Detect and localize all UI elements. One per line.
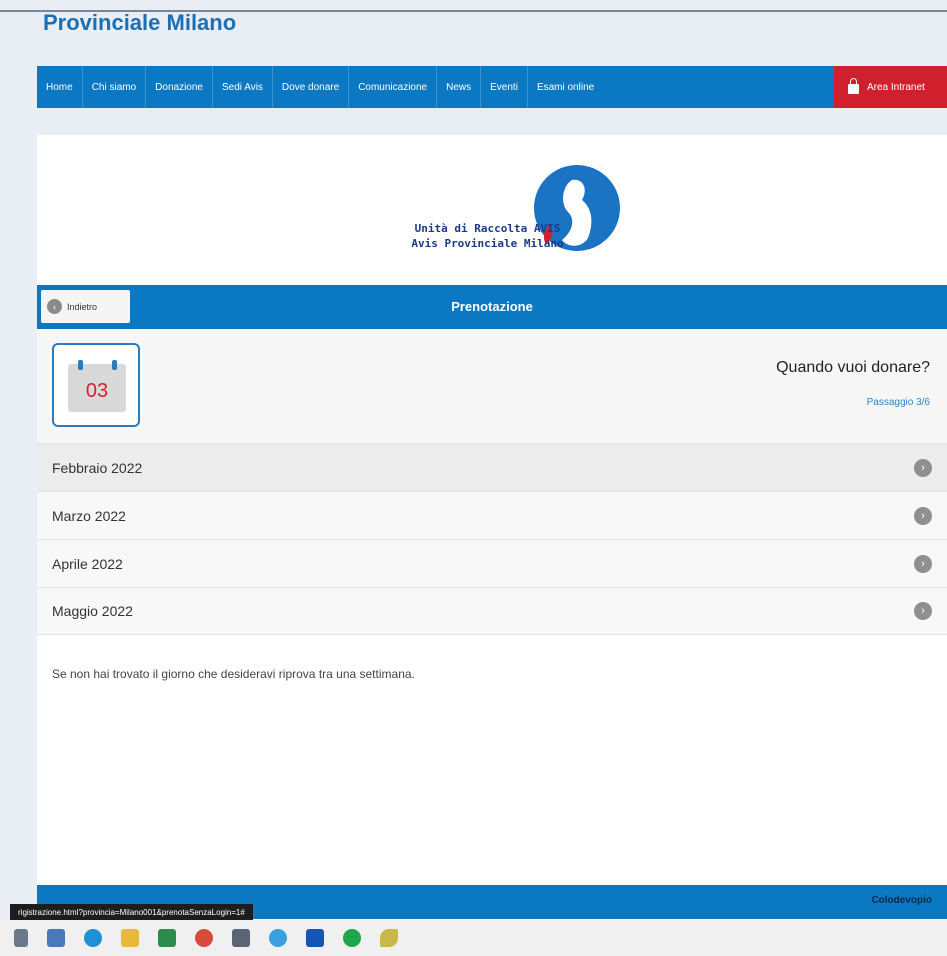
main-content: Unità di Raccolta AVIS Avis Provinciale …	[37, 135, 947, 920]
booking-header-bar: Prenotazione ‹ Indietro	[37, 285, 947, 329]
logo-area: Unità di Raccolta AVIS Avis Provinciale …	[37, 135, 947, 285]
logo-text: Unità di Raccolta AVIS Avis Provinciale …	[375, 221, 600, 251]
taskbar	[0, 920, 947, 956]
nav-donazione[interactable]: Donazione	[146, 66, 213, 108]
calendar-ring-left	[78, 360, 83, 370]
main-nav: Home Chi siamo Donazione Sedi Avis Dove …	[37, 66, 947, 108]
calendar-day: 03	[85, 380, 109, 402]
nav-eventi[interactable]: Eventi	[481, 66, 528, 108]
app-icon[interactable]	[343, 929, 361, 947]
logo-line-2: Avis Provinciale Milano	[411, 237, 564, 250]
chevron-right-icon: ›	[914, 458, 932, 477]
footer-text[interactable]: Colodevopio	[871, 895, 932, 906]
nav-comunicazione[interactable]: Comunicazione	[349, 66, 438, 108]
chevron-right-icon: ›	[914, 554, 932, 573]
nav-sedi-avis[interactable]: Sedi Avis	[213, 66, 273, 108]
month-row-aprile[interactable]: Aprile 2022 ›	[37, 539, 947, 587]
store-icon[interactable]	[306, 929, 324, 947]
step-indicator: Passaggio 3/6	[866, 397, 930, 408]
chevron-right-icon: ›	[914, 602, 932, 620]
intranet-label: Area Intranet	[867, 81, 925, 93]
lock-icon	[848, 78, 859, 94]
month-label: Maggio 2022	[52, 603, 133, 619]
task-view-icon[interactable]	[14, 929, 28, 947]
month-label: Marzo 2022	[52, 507, 126, 524]
month-row-maggio[interactable]: Maggio 2022 ›	[37, 587, 947, 635]
month-label: Aprile 2022	[52, 555, 123, 572]
calculator-icon[interactable]	[232, 929, 250, 947]
month-row-marzo[interactable]: Marzo 2022 ›	[37, 491, 947, 539]
calendar-icon: 03	[52, 343, 140, 427]
file-explorer-icon[interactable]	[47, 929, 65, 947]
site-title: Provinciale Milano	[43, 10, 237, 35]
step-question: Quando vuoi donare?	[776, 359, 930, 376]
back-button[interactable]: ‹ Indietro	[41, 290, 130, 323]
nav-dove-donare[interactable]: Dove donare	[273, 66, 350, 108]
chrome-icon[interactable]	[195, 929, 213, 947]
back-arrow-icon: ‹	[47, 299, 62, 314]
nav-chi-siamo[interactable]: Chi siamo	[83, 66, 147, 108]
nav-home[interactable]: Home	[37, 66, 83, 108]
back-label: Indietro	[67, 301, 98, 312]
page-title: Prenotazione	[451, 299, 533, 314]
ie-icon[interactable]	[269, 929, 287, 947]
availability-note: Se non hai trovato il giorno che desider…	[52, 667, 415, 681]
paint-icon[interactable]	[380, 929, 398, 947]
excel-icon[interactable]	[158, 929, 176, 947]
nav-news[interactable]: News	[437, 66, 482, 108]
calendar-ring-right	[112, 360, 117, 370]
month-row-febbraio[interactable]: Febbraio 2022 ›	[37, 443, 947, 491]
month-label: Febbraio 2022	[52, 459, 143, 476]
chevron-right-icon: ›	[914, 506, 932, 525]
step-header: 03 Quando vuoi donare? Passaggio 3/6	[37, 329, 947, 443]
nav-esami-online[interactable]: Esami online	[528, 66, 603, 108]
intranet-button[interactable]: Area Intranet	[834, 66, 947, 108]
logo-line-1: Unità di Raccolta AVIS	[414, 222, 561, 235]
edge-icon[interactable]	[84, 929, 102, 947]
folder-icon[interactable]	[121, 929, 139, 947]
